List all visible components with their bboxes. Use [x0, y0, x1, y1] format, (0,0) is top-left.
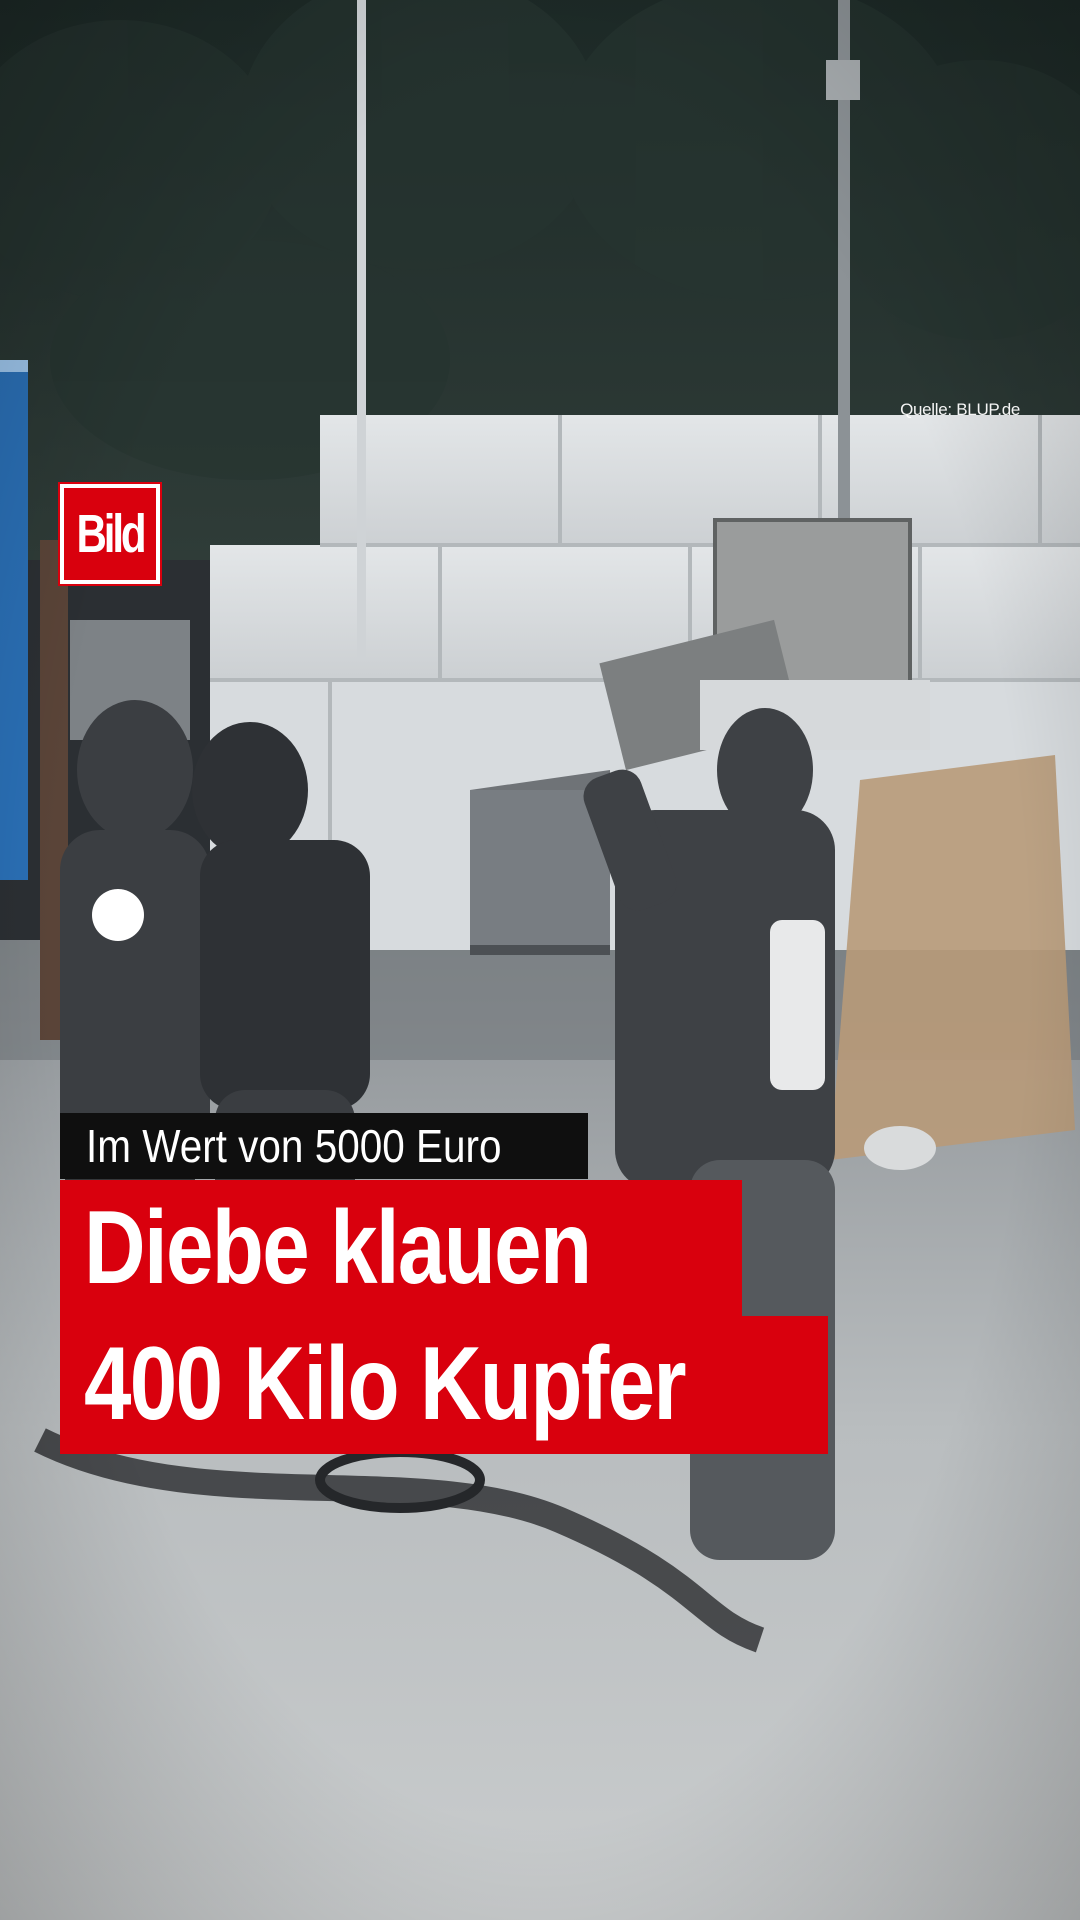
kicker-text: Im Wert von 5000 Euro [86, 1120, 502, 1172]
headline-line-1-text: Diebe klauen [84, 1190, 592, 1306]
headline-line-1: Diebe klauen [60, 1180, 742, 1318]
headline-line-2-text: 400 Kilo Kupfer [84, 1326, 687, 1442]
headline-line-2: 400 Kilo Kupfer [60, 1316, 828, 1454]
kicker-label: Im Wert von 5000 Euro [60, 1113, 589, 1179]
video-frame[interactable]: Bild Quelle: BLUP.de Im Wert von 5000 Eu… [0, 0, 1080, 1920]
bild-logo: Bild [58, 482, 162, 586]
source-credit: Quelle: BLUP.de [900, 400, 1020, 419]
bild-logo-text: Bild [76, 504, 146, 564]
video-background-scene [0, 0, 1080, 1920]
